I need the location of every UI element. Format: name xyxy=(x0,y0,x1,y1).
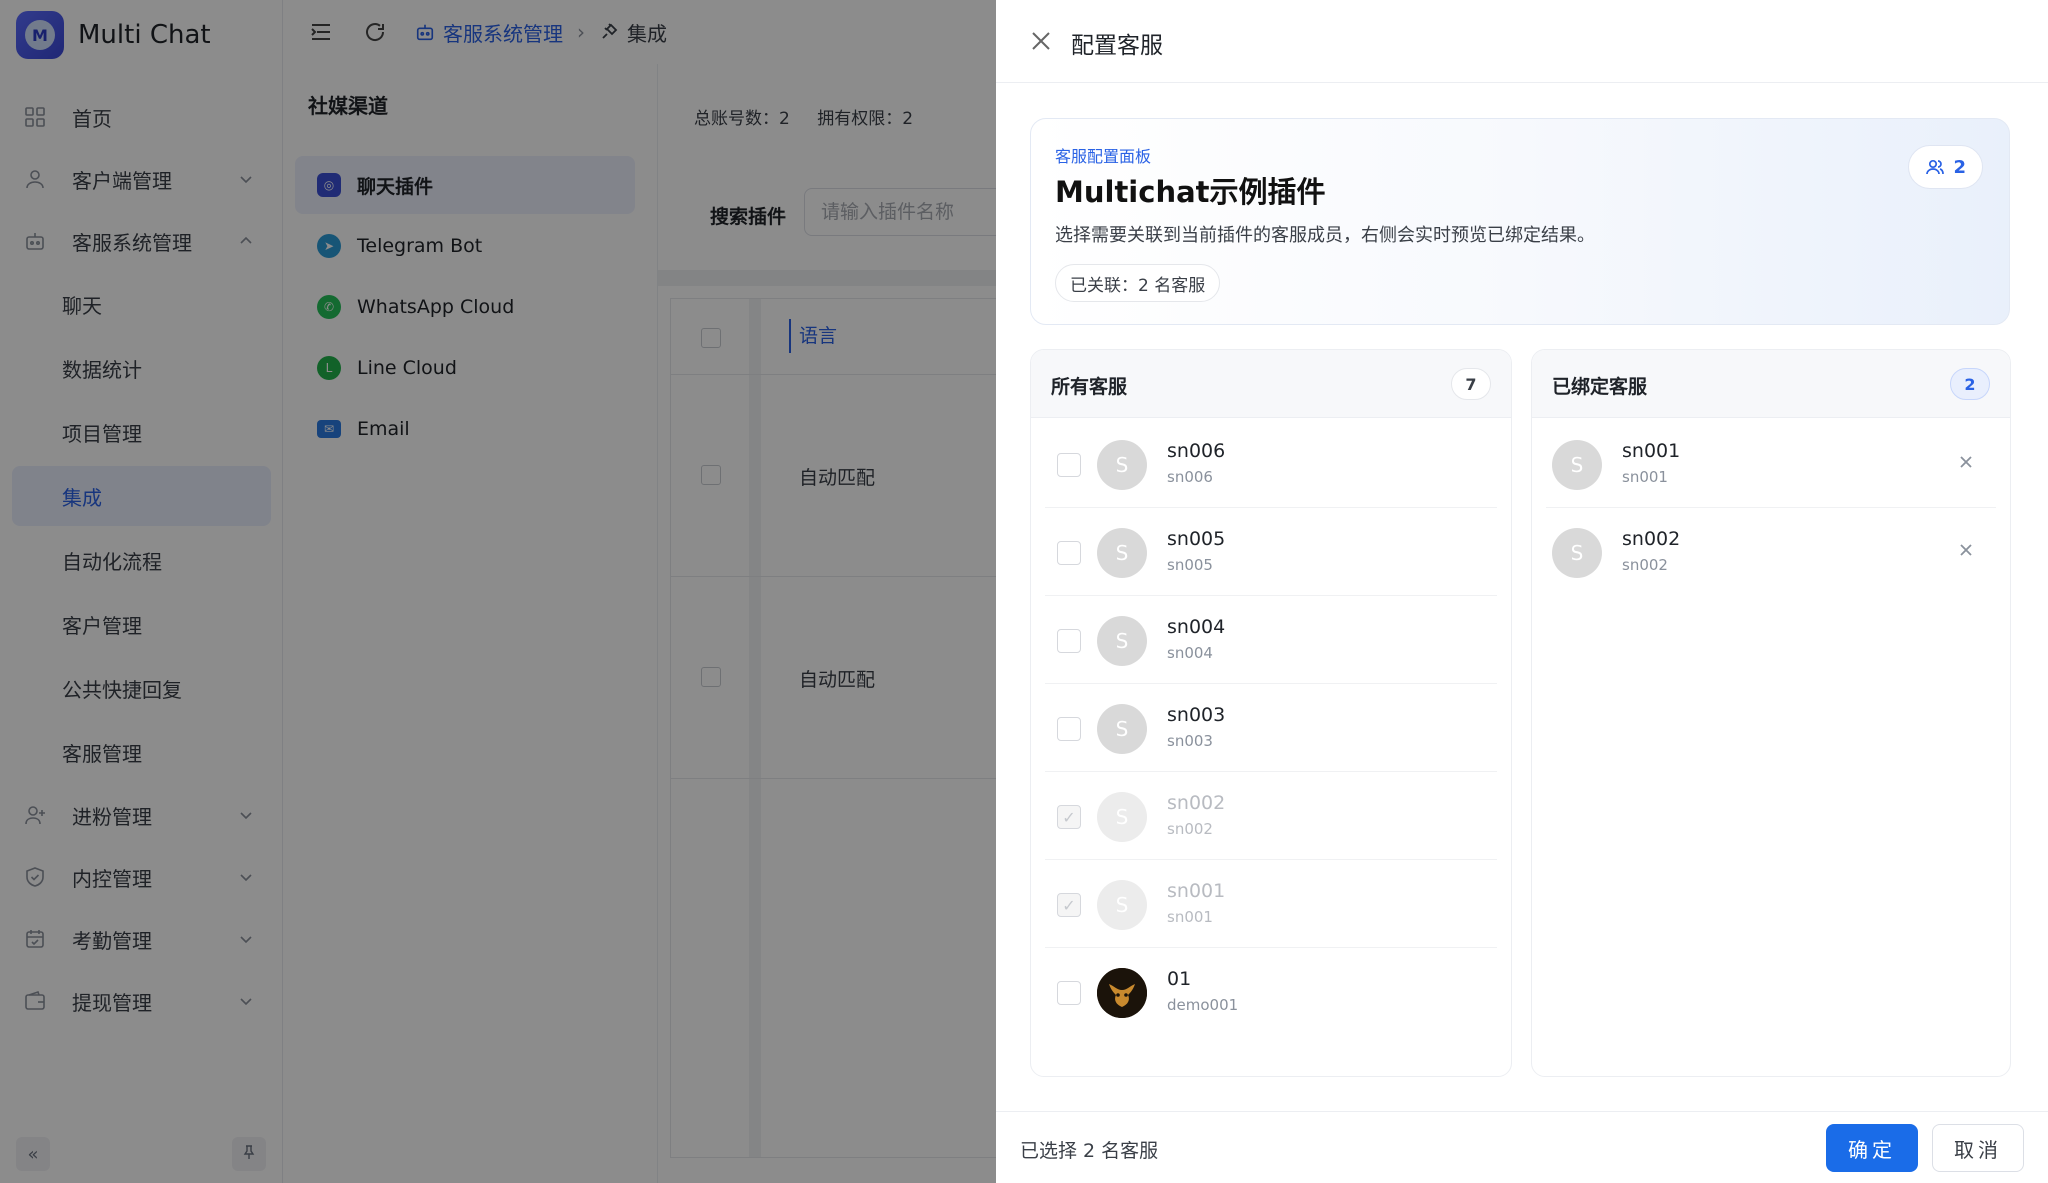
avatar: S xyxy=(1097,616,1147,666)
bound-count-value: 2 xyxy=(1953,156,1966,178)
users-icon xyxy=(1926,159,1945,175)
agent-id: sn002 xyxy=(1167,820,1213,838)
avatar-image xyxy=(1097,968,1147,1018)
configure-agents-drawer: 配置客服 客服配置面板 Multichat示例插件 选择需要关联到当前插件的客服… xyxy=(996,0,2048,1183)
hero-tag: 客服配置面板 xyxy=(1055,147,1152,166)
all-agents-list: S sn006 sn006 S sn005 sn005 S sn004 sn00… xyxy=(1045,420,1497,1036)
bound-agent-row: S sn002 sn002 xyxy=(1546,508,1996,596)
hero-description: 选择需要关联到当前插件的客服成员，右侧会实时预览已绑定结果。 xyxy=(1055,225,1595,246)
remove-icon[interactable] xyxy=(1954,538,1978,562)
agent-checkbox-checked-disabled: ✓ xyxy=(1057,805,1081,829)
agent-checkbox[interactable] xyxy=(1057,541,1081,565)
agent-name: sn002 xyxy=(1167,792,1226,814)
bound-agent-row: S sn001 sn001 xyxy=(1546,420,1996,508)
bound-agents-title: 已绑定客服 xyxy=(1552,376,1648,398)
agent-row-disabled: ✓ S sn001 sn001 xyxy=(1045,860,1497,948)
cancel-button[interactable]: 取消 xyxy=(1932,1124,2024,1172)
config-hero-card: 客服配置面板 Multichat示例插件 选择需要关联到当前插件的客服成员，右侧… xyxy=(1030,118,2010,325)
avatar: S xyxy=(1552,440,1602,490)
all-agents-header: 所有客服 7 xyxy=(1031,350,1511,418)
agent-row[interactable]: S sn005 sn005 xyxy=(1045,508,1497,596)
agent-id: sn003 xyxy=(1167,732,1213,750)
agent-checkbox[interactable] xyxy=(1057,629,1081,653)
close-icon[interactable] xyxy=(1028,28,1054,54)
avatar: S xyxy=(1097,880,1147,930)
agent-row-disabled: ✓ S sn002 sn002 xyxy=(1045,772,1497,860)
bound-agents-list: S sn001 sn001 S sn002 sn002 xyxy=(1546,420,1996,596)
all-agents-count: 7 xyxy=(1451,368,1491,400)
agent-name: sn002 xyxy=(1622,528,1681,550)
agent-checkbox-checked-disabled: ✓ xyxy=(1057,893,1081,917)
agent-row[interactable]: S sn006 sn006 xyxy=(1045,420,1497,508)
confirm-button[interactable]: 确定 xyxy=(1826,1124,1918,1172)
drawer-title: 配置客服 xyxy=(1071,33,1163,59)
agent-id: sn004 xyxy=(1167,644,1213,662)
agent-name: 01 xyxy=(1167,968,1192,990)
check-icon: ✓ xyxy=(1062,895,1076,915)
agent-row[interactable]: S sn004 sn004 xyxy=(1045,596,1497,684)
remove-icon[interactable] xyxy=(1954,450,1978,474)
avatar: S xyxy=(1097,528,1147,578)
bound-count-badge: 2 xyxy=(1908,145,1983,189)
agent-id: sn001 xyxy=(1622,468,1668,486)
avatar: S xyxy=(1097,440,1147,490)
agent-checkbox[interactable] xyxy=(1057,981,1081,1005)
agent-id: sn005 xyxy=(1167,556,1213,574)
agent-id: sn006 xyxy=(1167,468,1213,486)
selected-count-text: 已选择 2 名客服 xyxy=(1020,1140,1159,1162)
check-icon: ✓ xyxy=(1062,807,1076,827)
agent-name: sn006 xyxy=(1167,440,1226,462)
agent-name: sn001 xyxy=(1167,880,1226,902)
agent-id: sn001 xyxy=(1167,908,1213,926)
all-agents-title: 所有客服 xyxy=(1051,376,1128,398)
agent-checkbox[interactable] xyxy=(1057,717,1081,741)
bound-agents-panel: 已绑定客服 2 S sn001 sn001 S sn002 sn002 xyxy=(1531,349,2011,1077)
agent-name: sn004 xyxy=(1167,616,1226,638)
plugin-title: Multichat示例插件 xyxy=(1055,175,1326,209)
agent-name: sn005 xyxy=(1167,528,1226,550)
agent-checkbox[interactable] xyxy=(1057,453,1081,477)
avatar: S xyxy=(1097,704,1147,754)
agent-row[interactable]: 01 demo001 xyxy=(1045,948,1497,1036)
drawer-footer: 已选择 2 名客服 确定 取消 xyxy=(996,1111,2048,1183)
all-agents-panel: 所有客服 7 S sn006 sn006 S sn005 sn005 S sn0… xyxy=(1030,349,1512,1077)
avatar: S xyxy=(1552,528,1602,578)
avatar: S xyxy=(1097,792,1147,842)
agent-name: sn001 xyxy=(1622,440,1681,462)
bound-agents-count: 2 xyxy=(1950,368,1990,400)
drawer-header: 配置客服 xyxy=(996,0,2048,83)
agent-id: sn002 xyxy=(1622,556,1668,574)
agent-name: sn003 xyxy=(1167,704,1226,726)
agent-row[interactable]: S sn003 sn003 xyxy=(1045,684,1497,772)
linked-count-pill: 已关联：2 名客服 xyxy=(1055,264,1221,302)
bound-agents-header: 已绑定客服 2 xyxy=(1532,350,2010,418)
agent-id: demo001 xyxy=(1167,996,1239,1014)
